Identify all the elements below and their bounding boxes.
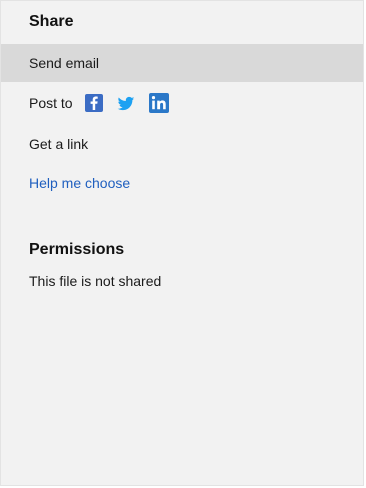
- help-me-choose-label: Help me choose: [29, 175, 131, 191]
- send-email-label: Send email: [29, 55, 100, 71]
- share-title: Share: [29, 13, 74, 30]
- get-link-label: Get a link: [29, 136, 89, 152]
- post-to-label: Post to: [29, 95, 73, 111]
- get-link-item[interactable]: Get a link: [1, 125, 363, 163]
- social-icons: [84, 93, 169, 113]
- linkedin-icon[interactable]: [148, 93, 169, 113]
- post-to-item[interactable]: Post to: [1, 84, 363, 122]
- send-email-item[interactable]: Send email: [1, 44, 363, 82]
- facebook-icon[interactable]: [84, 94, 103, 112]
- permissions-title: Permissions: [29, 241, 125, 258]
- permissions-status: This file is not shared: [29, 273, 162, 289]
- share-panel: Share Send email Post to Get a link Help…: [0, 0, 364, 486]
- twitter-icon[interactable]: [117, 94, 135, 112]
- help-me-choose-link[interactable]: Help me choose: [1, 164, 363, 202]
